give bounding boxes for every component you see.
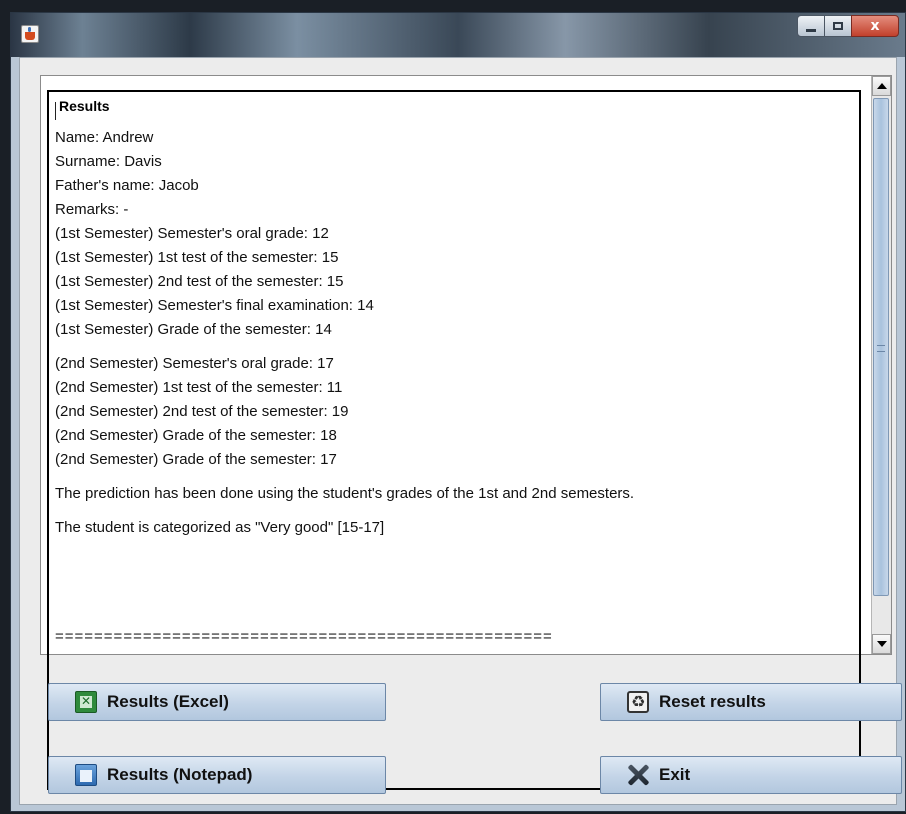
minimize-button[interactable] xyxy=(797,15,825,37)
excel-icon xyxy=(75,691,97,713)
result-line: (2nd Semester) Semester's oral grade: 17 xyxy=(55,355,334,372)
result-line-remarks: Remarks: - xyxy=(55,201,129,218)
close-icon: x xyxy=(870,18,880,34)
result-line: (2nd Semester) Grade of the semester: 17 xyxy=(55,451,337,468)
vertical-scrollbar[interactable] xyxy=(871,76,891,654)
result-line: (1st Semester) 2nd test of the semester:… xyxy=(55,273,344,290)
close-button[interactable]: x xyxy=(851,15,899,37)
separator-line: ========================================… xyxy=(55,628,553,645)
grip-icon xyxy=(877,345,885,352)
notepad-icon xyxy=(75,764,97,786)
results-excel-label: Results (Excel) xyxy=(107,692,229,711)
content-panel: Results Name: Andrew Surname: Davis Fath… xyxy=(19,57,902,805)
scroll-thumb[interactable] xyxy=(873,98,889,596)
reset-results-button[interactable]: Reset results xyxy=(600,683,902,721)
arrow-down-icon xyxy=(876,641,887,647)
result-line: (1st Semester) Semester's final examinat… xyxy=(55,297,374,314)
result-line: (2nd Semester) 2nd test of the semester:… xyxy=(55,403,349,420)
exit-x-icon xyxy=(627,764,649,786)
results-scroll-pane[interactable]: Results Name: Andrew Surname: Davis Fath… xyxy=(40,75,892,790)
minimize-icon xyxy=(806,28,816,32)
result-line: (2nd Semester) 1st test of the semester:… xyxy=(55,379,343,396)
prediction-note: The prediction has been done using the s… xyxy=(55,485,635,502)
result-line: (1st Semester) Semester's oral grade: 12 xyxy=(55,225,329,242)
result-line-father-name: Father's name: Jacob xyxy=(55,177,199,194)
results-text-area[interactable]: Name: Andrew Surname: Davis Father's nam… xyxy=(55,126,855,540)
results-notepad-label: Results (Notepad) xyxy=(107,765,253,784)
application-window: x Results Name: Andrew Surname: Davis Fa… xyxy=(10,12,906,812)
text-caret xyxy=(55,102,56,120)
maximize-button[interactable] xyxy=(824,15,852,37)
results-notepad-button[interactable]: Results (Notepad) xyxy=(48,756,386,794)
results-legend: Results xyxy=(57,98,114,114)
result-line: (2nd Semester) Grade of the semester: 18 xyxy=(55,427,337,444)
result-line: (1st Semester) Grade of the semester: 14 xyxy=(55,321,332,338)
window-controls: x xyxy=(797,15,899,39)
recycle-icon xyxy=(627,691,649,713)
result-line: (1st Semester) 1st test of the semester:… xyxy=(55,249,339,266)
exit-button[interactable]: Exit xyxy=(600,756,902,794)
category-result: The student is categorized as "Very good… xyxy=(55,519,385,536)
maximize-icon xyxy=(833,22,843,30)
scroll-down-button[interactable] xyxy=(872,634,891,654)
exit-label: Exit xyxy=(659,765,691,784)
scroll-up-button[interactable] xyxy=(872,76,891,96)
result-line-surname: Surname: Davis xyxy=(55,153,162,170)
result-line-name: Name: Andrew xyxy=(55,129,154,146)
java-app-icon[interactable] xyxy=(21,25,39,43)
arrow-up-icon xyxy=(876,83,887,89)
title-bar[interactable]: x xyxy=(11,13,905,57)
reset-results-label: Reset results xyxy=(659,692,766,711)
results-excel-button[interactable]: Results (Excel) xyxy=(48,683,386,721)
